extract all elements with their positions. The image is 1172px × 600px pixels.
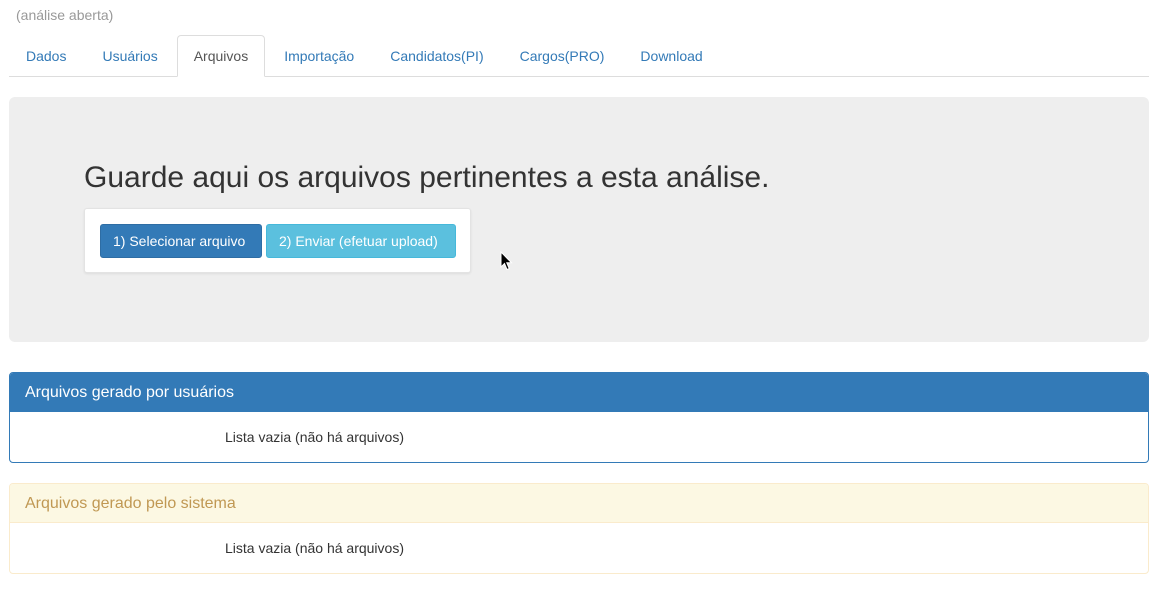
analysis-status: (análise aberta) <box>16 7 114 23</box>
user-files-title: Arquivos gerado por usuários <box>10 373 1148 412</box>
user-files-panel: Arquivos gerado por usuários Lista vazia… <box>9 372 1149 463</box>
tab-arquivos[interactable]: Arquivos <box>176 35 266 77</box>
upload-heading: Guarde aqui os arquivos pertinentes a es… <box>84 161 770 194</box>
tab-usuarios[interactable]: Usuários <box>85 35 174 77</box>
system-files-empty-text: Lista vazia (não há arquivos) <box>225 540 404 556</box>
upload-section: Guarde aqui os arquivos pertinentes a es… <box>9 97 1149 342</box>
tab-download[interactable]: Download <box>623 35 719 77</box>
user-files-body: Lista vazia (não há arquivos) <box>10 412 1148 462</box>
tab-cargos[interactable]: Cargos(PRO) <box>503 35 622 77</box>
select-file-button[interactable]: 1) Selecionar arquivo <box>100 224 262 258</box>
upload-button[interactable]: 2) Enviar (efetuar upload) <box>266 224 456 258</box>
tab-importacao[interactable]: Importação <box>267 35 371 77</box>
tab-candidatos[interactable]: Candidatos(PI) <box>373 35 500 77</box>
tab-bar: Dados Usuários Arquivos Importação Candi… <box>9 35 1149 77</box>
upload-controls: 1) Selecionar arquivo 2) Enviar (efetuar… <box>84 208 471 273</box>
tab-dados[interactable]: Dados <box>9 35 83 77</box>
system-files-title: Arquivos gerado pelo sistema <box>10 484 1148 523</box>
mouse-cursor-icon <box>500 251 513 271</box>
system-files-panel: Arquivos gerado pelo sistema Lista vazia… <box>9 483 1149 574</box>
user-files-empty-text: Lista vazia (não há arquivos) <box>225 429 404 445</box>
system-files-body: Lista vazia (não há arquivos) <box>10 523 1148 573</box>
